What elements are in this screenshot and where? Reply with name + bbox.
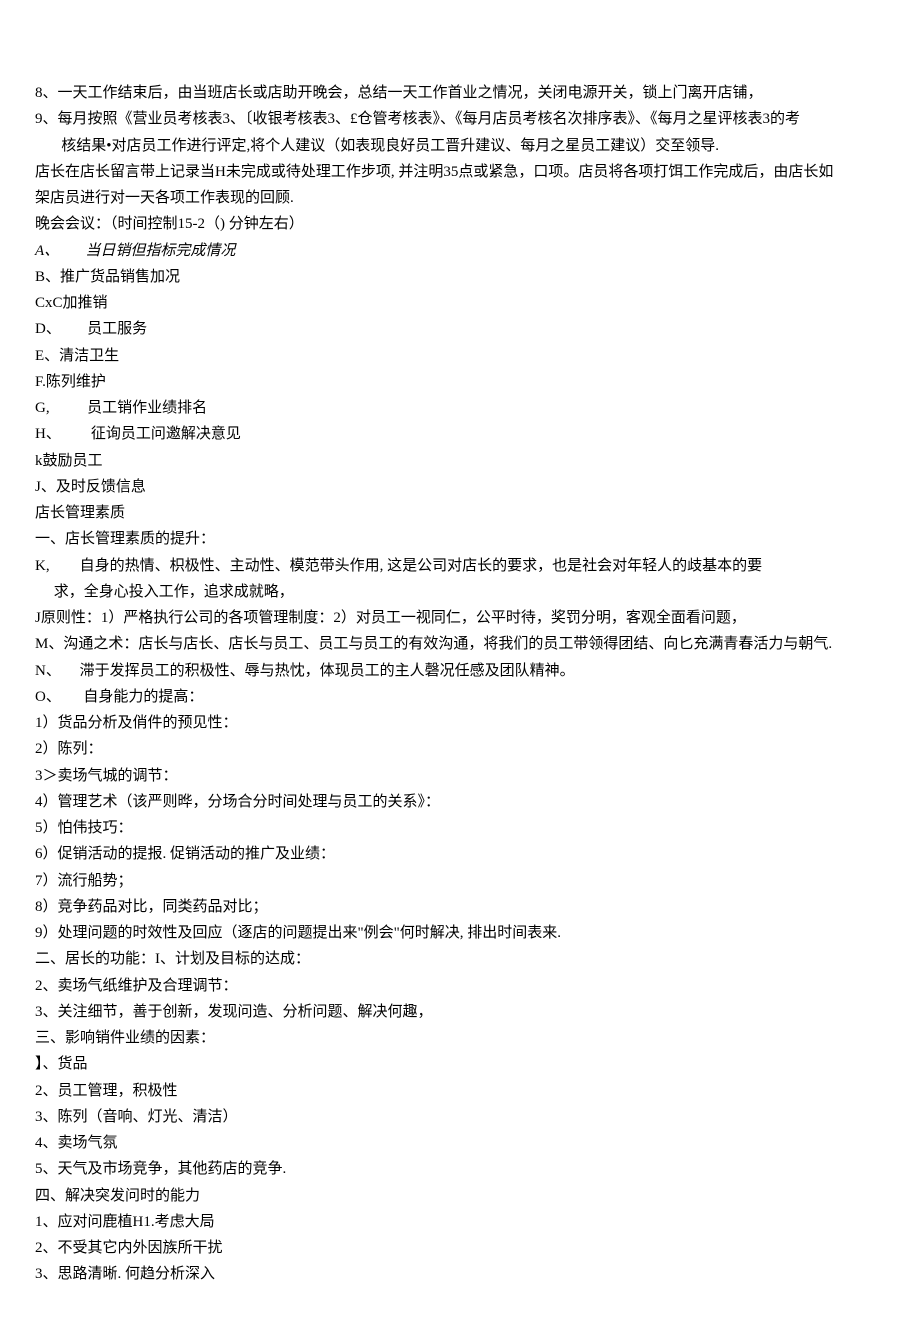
text-line: A、 当日销但指标完成情况 xyxy=(35,238,885,264)
text-line: 8、一天工作结束后，由当班店长或店助开晚会，总结一天工作首业之情况，关闭电源开关… xyxy=(35,80,885,106)
text-line: k鼓励员工 xyxy=(35,448,885,474)
text-line: 店长在店长留言带上记录当H未完成或待处理工作步项, 并注明35点或紧急，口项。店… xyxy=(35,159,885,185)
text-line: 4）管理艺术（该严则晔，分场合分时间处理与员工的关系》： xyxy=(35,789,885,815)
text-line: 1、应对问鹿植H1.考虑大局 xyxy=(35,1209,885,1235)
text-line: 7）流行船势； xyxy=(35,868,885,894)
text-line: 四、解决突发问时的能力 xyxy=(35,1183,885,1209)
text-line: 2）陈列： xyxy=(35,736,885,762)
text-line: 1）货品分析及俏件的预见性： xyxy=(35,710,885,736)
text-line: 2、不受其它内外因族所干扰 xyxy=(35,1235,885,1261)
text-line: 店长管理素质 xyxy=(35,500,885,526)
text-line: 9、每月按照《营业员考核表3、〔收银考核表3、£仓管考核表》、《每月店员考核名次… xyxy=(35,106,885,132)
text-line: CxC加推销 xyxy=(35,290,885,316)
text-line: 2、员工管理，积极性 xyxy=(35,1078,885,1104)
text-line: 9）处理问题的时效性及回应（逐店的问题提出来"例会"何时解决, 排出时间表来. xyxy=(35,920,885,946)
text-line: 3、思路清晰. 何趋分析深入 xyxy=(35,1261,885,1287)
text-line: H、 征询员工问邀解决意见 xyxy=(35,421,885,447)
text-line: F.陈列维护 xyxy=(35,369,885,395)
text-line: J、及时反馈信息 xyxy=(35,474,885,500)
text-line: B、推广货品销售加况 xyxy=(35,264,885,290)
text-line: K, 自身的热情、枳极性、主动性、模范带头作用, 这是公司对店长的要求，也是社会… xyxy=(35,553,885,579)
text-line: 4、卖场气氛 xyxy=(35,1130,885,1156)
text-line: J原则性：1）严格执行公司的各项管理制度：2）对员工一视同仁，公平时待，奖罚分明… xyxy=(35,605,885,631)
text-line: 6）促销活动的提报. 促销活动的推广及业绩： xyxy=(35,841,885,867)
text-line: 5）怕伟技巧： xyxy=(35,815,885,841)
text-line: N、 滞于发挥员工的积极性、辱与热忱，体现员工的主人磬况任感及团队精神。 xyxy=(35,658,885,684)
text-line: G, 员工销作业绩排名 xyxy=(35,395,885,421)
text-line: 晚会会议：（时间控制15-2（) 分钟左右） xyxy=(35,211,885,237)
text-line: 】、货品 xyxy=(35,1051,885,1077)
text-line: 5、天气及市场竞争，其他药店的竞争. xyxy=(35,1156,885,1182)
text-line: 2、卖场气纸维护及合理调节： xyxy=(35,973,885,999)
text-line: 架店员进行对一天各项工作表现的回顾. xyxy=(35,185,885,211)
text-line: 8）竞争药品对比，同类药品对比； xyxy=(35,894,885,920)
text-line: 求，全身心投入工作，追求成就略， xyxy=(35,579,885,605)
text-line: M、沟通之术：店长与店长、店长与员工、员工与员工的有效沟通，将我们的员工带领得团… xyxy=(35,631,885,657)
text-line: D、 员工服务 xyxy=(35,316,885,342)
text-line: 二、居长的功能：I、计划及目标的达成： xyxy=(35,946,885,972)
text-line: 3＞卖场气城的调节： xyxy=(35,763,885,789)
text-line: 3、关注细节，善于创新，发现问造、分析问题、解决何趣， xyxy=(35,999,885,1025)
text-line: E、清洁卫生 xyxy=(35,343,885,369)
text-line: 三、影响销件业绩的因素： xyxy=(35,1025,885,1051)
text-line: O、 自身能力的提高： xyxy=(35,684,885,710)
text-line: 一、店长管理素质的提升： xyxy=(35,526,885,552)
text-line: 核结果•对店员工作进行评定,将个人建议（如表现良好员工晋升建议、每月之星员工建议… xyxy=(35,133,885,159)
text-line: 3、陈列（音响、灯光、清洁） xyxy=(35,1104,885,1130)
